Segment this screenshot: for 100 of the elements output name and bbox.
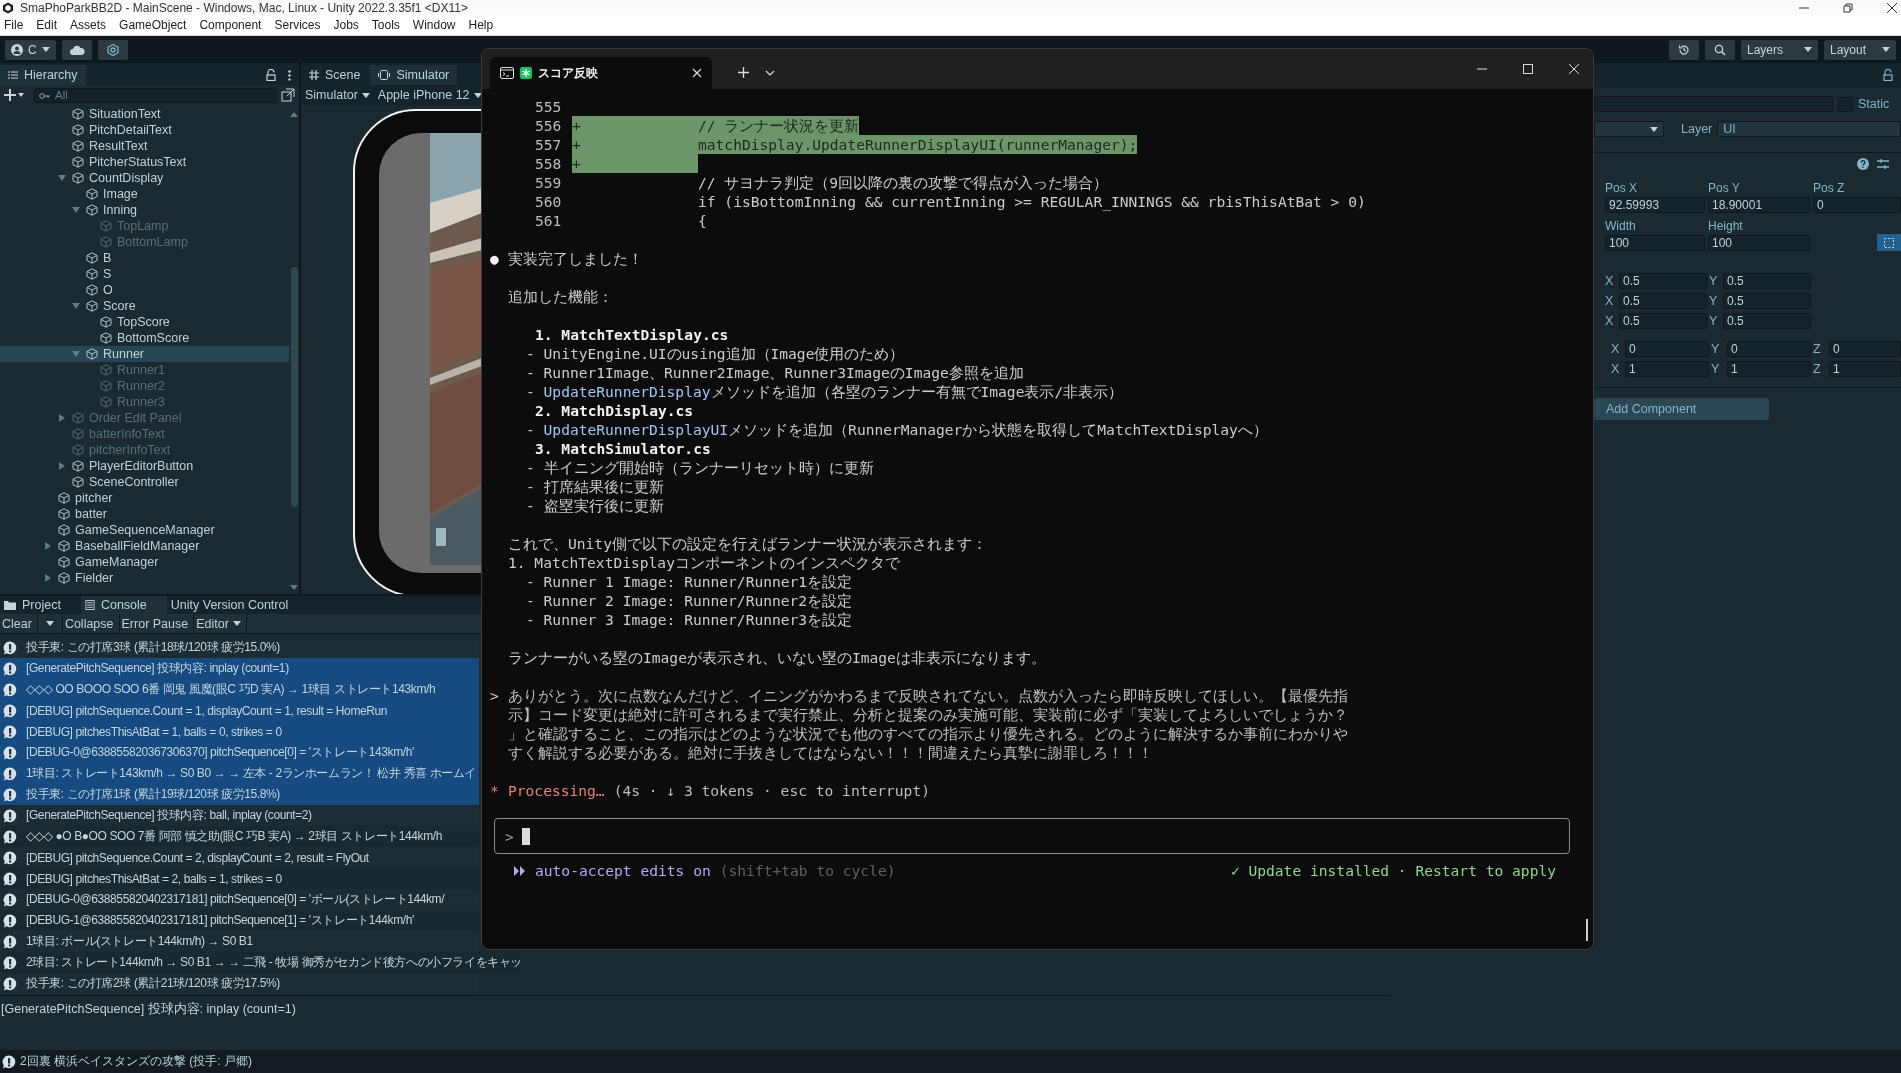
console-button[interactable]: Clear [0,614,38,633]
simulator-dropdown[interactable]: Simulator [305,88,370,102]
log-row[interactable]: 2球目: ストレート144km/h → S0 B1 → → 二飛 - 牧場 御秀がセカンド後方への小フライをキャッ [0,952,522,973]
menu-item[interactable]: Component [199,18,262,32]
scene-visibility-icon[interactable] [281,88,295,102]
log-message: ◇◇◇ OO BOOO SOO 6番 岡鬼 風魔(眼C 巧D 実A) → 1球目 ストレート143km/h [26,681,436,698]
number-field[interactable]: 1 [1625,361,1709,377]
log-row[interactable]: 1球目: ストレート143km/h → S0 B0 → → 左本 - 2ランホームラン！ 松井 秀喜 ホームイ [0,763,479,784]
console-button[interactable]: Editor [194,614,247,633]
lock-icon[interactable] [1883,69,1893,81]
expanded-arrow-icon[interactable] [72,206,80,214]
restore-icon[interactable] [1843,2,1853,13]
tree-row[interactable]: Runner [0,346,289,362]
terminal-tab[interactable]: スコア反映 [490,57,712,89]
device-dropdown[interactable]: Apple iPhone 12 [377,88,482,102]
settings-button[interactable] [97,39,128,60]
number-field[interactable]: 0 [1727,341,1811,357]
menu-item[interactable]: Window [412,18,456,32]
sliders-icon[interactable] [1877,158,1889,170]
log-row[interactable]: [DEBUG-0@638855820367306370] pitchSequence[0] = 'ストレート143km/h' [0,742,479,763]
expanded-arrow-icon[interactable] [58,174,66,182]
close-icon[interactable] [1887,2,1897,13]
maximize-icon[interactable] [1523,64,1533,74]
blueprint-mode-button[interactable] [1877,234,1901,251]
number-field[interactable]: 0.5 [1723,293,1811,309]
lock-icon[interactable] [266,69,276,81]
message-line: - UnityEngine.UIのusing追加（Image使用のため） [525,344,905,363]
bullet-glyph: ● [490,249,500,268]
menu-item[interactable]: GameObject [119,18,187,32]
number-field[interactable]: 0.5 [1619,293,1707,309]
search-button[interactable] [1705,39,1735,60]
number-field[interactable]: 0.5 [1619,273,1707,289]
collapsed-arrow-icon[interactable] [44,542,52,550]
number-field[interactable]: 0.5 [1723,273,1811,289]
menu-item[interactable]: File [4,18,24,32]
method-name-link[interactable]: UpdateRunnerDisplayUI [543,421,729,438]
layout-dropdown[interactable]: Layout [1824,39,1896,60]
number-field[interactable]: 0.5 [1723,313,1811,329]
collapsed-arrow-icon[interactable] [44,574,52,582]
hierarchy-tab[interactable]: Hierarchy [0,65,86,85]
scrollbar-thumb[interactable] [290,267,298,507]
panel-tab[interactable]: Console [80,596,167,614]
collapsed-arrow-icon[interactable] [58,414,66,422]
number-field[interactable]: 0 [1813,197,1901,213]
log-row[interactable]: 投手東: この打席1球 (累計19球/120球 疲労15.8%) [0,784,479,805]
number-field[interactable]: 0 [1625,341,1709,357]
field-label: Width [1605,219,1637,233]
log-message: ◇◇◇ ●O B●OO SOO 7番 阿部 慎之助(眼C 巧B 実A) → 2球目 ストレート144km/h [26,828,442,845]
menu-item[interactable]: Help [468,18,494,32]
log-row[interactable]: ◇◇◇ OO BOOO SOO 6番 岡鬼 風魔(眼C 巧D 実A) → 1球目 ストレート143km/h [0,679,479,700]
method-name-link[interactable]: UpdateRunnerDisplay [543,383,711,400]
history-button[interactable] [1669,39,1699,60]
new-tab-icon[interactable] [738,67,749,78]
scroll-up-icon[interactable] [290,112,298,117]
number-field[interactable]: 0 [1829,341,1901,357]
number-field[interactable]: 100 [1605,235,1705,251]
cloud-button[interactable] [61,39,92,60]
number-field[interactable]: 92.59993 [1605,197,1705,213]
menu-item[interactable]: Edit [36,18,58,32]
search-field[interactable]: All [34,87,277,103]
number-field[interactable]: 0.5 [1619,313,1707,329]
name-field[interactable] [1594,96,1833,112]
tag-dropdown[interactable] [1594,121,1664,137]
menu-item[interactable]: Tools [371,18,400,32]
message-line: - 盗塁実行後に更新 [525,496,664,515]
console-button[interactable]: Collapse [62,614,120,633]
layers-dropdown[interactable]: Layers [1741,39,1818,60]
panel-tab[interactable]: Unity Version Control [166,596,309,614]
menu-item[interactable]: Jobs [333,18,359,32]
log-message: 1球目: ストレート143km/h → S0 B0 → → 左本 - 2ランホームラン！ 松井 秀喜 ホームイ [26,765,477,782]
collapsed-arrow-icon[interactable] [58,462,66,470]
field-label: Height [1708,219,1744,233]
scroll-down-icon[interactable] [290,585,298,590]
menu-item[interactable]: Assets [70,18,107,32]
text-cursor [521,827,530,845]
layer-dropdown[interactable]: UI [1717,121,1901,137]
dropdown-icon[interactable] [765,70,775,76]
add-component-button[interactable]: Add Component [1594,398,1769,420]
prompt-input[interactable]: > [494,818,1570,854]
log-row[interactable]: [DEBUG] pitchesThisAtBat = 1, balls = 0, strikes = 0 [0,721,479,742]
message-line: ランナーがいる塁のImageが表示され、いない塁のImageは非表示になります。 [508,648,1046,667]
expanded-arrow-icon[interactable] [72,302,80,310]
line-number: 559 [535,173,562,192]
menu-item[interactable]: Services [274,18,321,32]
view-tab[interactable]: Simulator [370,65,458,85]
scrollbar-thumb[interactable] [1586,919,1588,941]
console-button[interactable]: Error Pause [119,614,195,633]
window-title: SmaPhoParkBB2D - MainScene - Windows, Mac, Linux - Unity 2022.3.35f1 <DX11> [20,0,468,15]
number-field[interactable]: 100 [1708,235,1810,251]
number-field[interactable]: 1 [1727,361,1811,377]
account-button[interactable]: C [5,39,56,60]
log-row[interactable]: [DEBUG] pitchSequence.Count = 1, displayCount = 1, result = HomeRun [0,700,479,721]
more-options-icon[interactable] [288,70,291,81]
number-field[interactable]: 1 [1829,361,1901,377]
cube-icon [100,316,112,328]
object-name: SituationText [89,107,161,121]
log-row[interactable]: [GeneratePitchSequence] 投球内容: inplay (count=1) [0,658,479,679]
panel-tab[interactable]: Project [0,596,81,614]
help-icon[interactable] [1857,158,1869,170]
number-field[interactable]: 18.90001 [1708,197,1810,213]
